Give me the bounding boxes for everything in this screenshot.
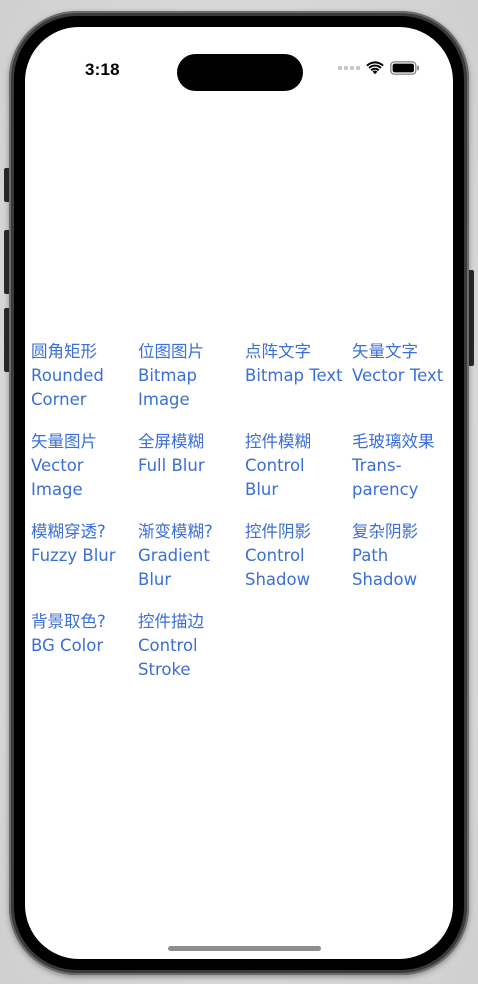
home-indicator[interactable]	[168, 946, 321, 951]
menu-item-gradient-blur[interactable]: 渐变模糊? Gradient Blur	[138, 520, 245, 610]
menu-item-en-label: Fuzzy Blur	[31, 546, 116, 565]
menu-item-en-label: Control Stroke	[138, 636, 198, 679]
menu-item-zh-label: 复杂阴影	[352, 522, 418, 541]
menu-item-bitmap-image[interactable]: 位图图片 Bitmap Image	[138, 340, 245, 430]
menu-item-transparency[interactable]: 毛玻璃效果 Trans- parency	[352, 430, 453, 520]
menu-item-zh-label: 矢量文字	[352, 342, 418, 361]
menu-item-fuzzy-blur[interactable]: 模糊穿透? Fuzzy Blur	[31, 520, 138, 610]
cellular-signal-icon	[338, 66, 360, 70]
menu-item-vector-image[interactable]: 矢量图片 Vector Image	[31, 430, 138, 520]
battery-icon	[390, 61, 420, 75]
menu-item-en-label: Rounded Corner	[31, 366, 104, 409]
menu-item-zh-label: 圆角矩形	[31, 342, 97, 361]
menu-item-zh-label: 全屏模糊	[138, 432, 204, 451]
menu-item-zh-label: 毛玻璃效果	[352, 432, 435, 451]
menu-item-zh-label: 位图图片	[138, 342, 204, 361]
menu-item-bitmap-text[interactable]: 点阵文字 Bitmap Text	[245, 340, 352, 430]
phone-bezel: 3:18 圆角矩形 Rounded Corner 位图图片 Bitmap Ima…	[14, 16, 464, 970]
menu-item-en-label: BG Color	[31, 636, 104, 655]
menu-item-zh-label: 矢量图片	[31, 432, 97, 451]
menu-item-vector-text[interactable]: 矢量文字 Vector Text	[352, 340, 453, 430]
menu-item-zh-label: 点阵文字	[245, 342, 311, 361]
status-icons	[338, 61, 420, 75]
menu-item-zh-label: 背景取色?	[31, 612, 106, 631]
menu-item-en-label: Trans- parency	[352, 456, 419, 499]
demo-menu-grid: 圆角矩形 Rounded Corner 位图图片 Bitmap Image 点阵…	[31, 340, 453, 700]
menu-item-en-label: Bitmap Image	[138, 366, 198, 409]
menu-item-control-blur[interactable]: 控件模糊 Control Blur	[245, 430, 352, 520]
menu-item-path-shadow[interactable]: 复杂阴影 Path Shadow	[352, 520, 453, 610]
device-stage: 3:18 圆角矩形 Rounded Corner 位图图片 Bitmap Ima…	[0, 0, 478, 984]
dynamic-island	[177, 54, 303, 91]
menu-item-zh-label: 控件模糊	[245, 432, 311, 451]
menu-item-zh-label: 模糊穿透?	[31, 522, 106, 541]
menu-item-rounded-corner[interactable]: 圆角矩形 Rounded Corner	[31, 340, 138, 430]
menu-item-en-label: Control Blur	[245, 456, 305, 499]
menu-item-en-label: Vector Text	[352, 366, 444, 385]
menu-item-full-blur[interactable]: 全屏模糊 Full Blur	[138, 430, 245, 520]
menu-item-en-label: Gradient Blur	[138, 546, 210, 589]
menu-item-en-label: Path Shadow	[352, 546, 418, 589]
menu-item-en-label: Control Shadow	[245, 546, 311, 589]
menu-item-zh-label: 控件阴影	[245, 522, 311, 541]
app-screen: 3:18 圆角矩形 Rounded Corner 位图图片 Bitmap Ima…	[25, 27, 453, 959]
menu-item-zh-label: 控件描边	[138, 612, 204, 631]
menu-item-en-label: Full Blur	[138, 456, 205, 475]
menu-item-en-label: Vector Image	[31, 456, 84, 499]
menu-item-en-label: Bitmap Text	[245, 366, 343, 385]
menu-item-zh-label: 渐变模糊?	[138, 522, 213, 541]
wifi-icon	[366, 61, 384, 75]
phone-frame: 3:18 圆角矩形 Rounded Corner 位图图片 Bitmap Ima…	[9, 11, 469, 975]
status-time: 3:18	[85, 60, 120, 79]
menu-item-control-stroke[interactable]: 控件描边 Control Stroke	[138, 610, 245, 700]
menu-item-bg-color[interactable]: 背景取色? BG Color	[31, 610, 138, 700]
menu-item-control-shadow[interactable]: 控件阴影 Control Shadow	[245, 520, 352, 610]
